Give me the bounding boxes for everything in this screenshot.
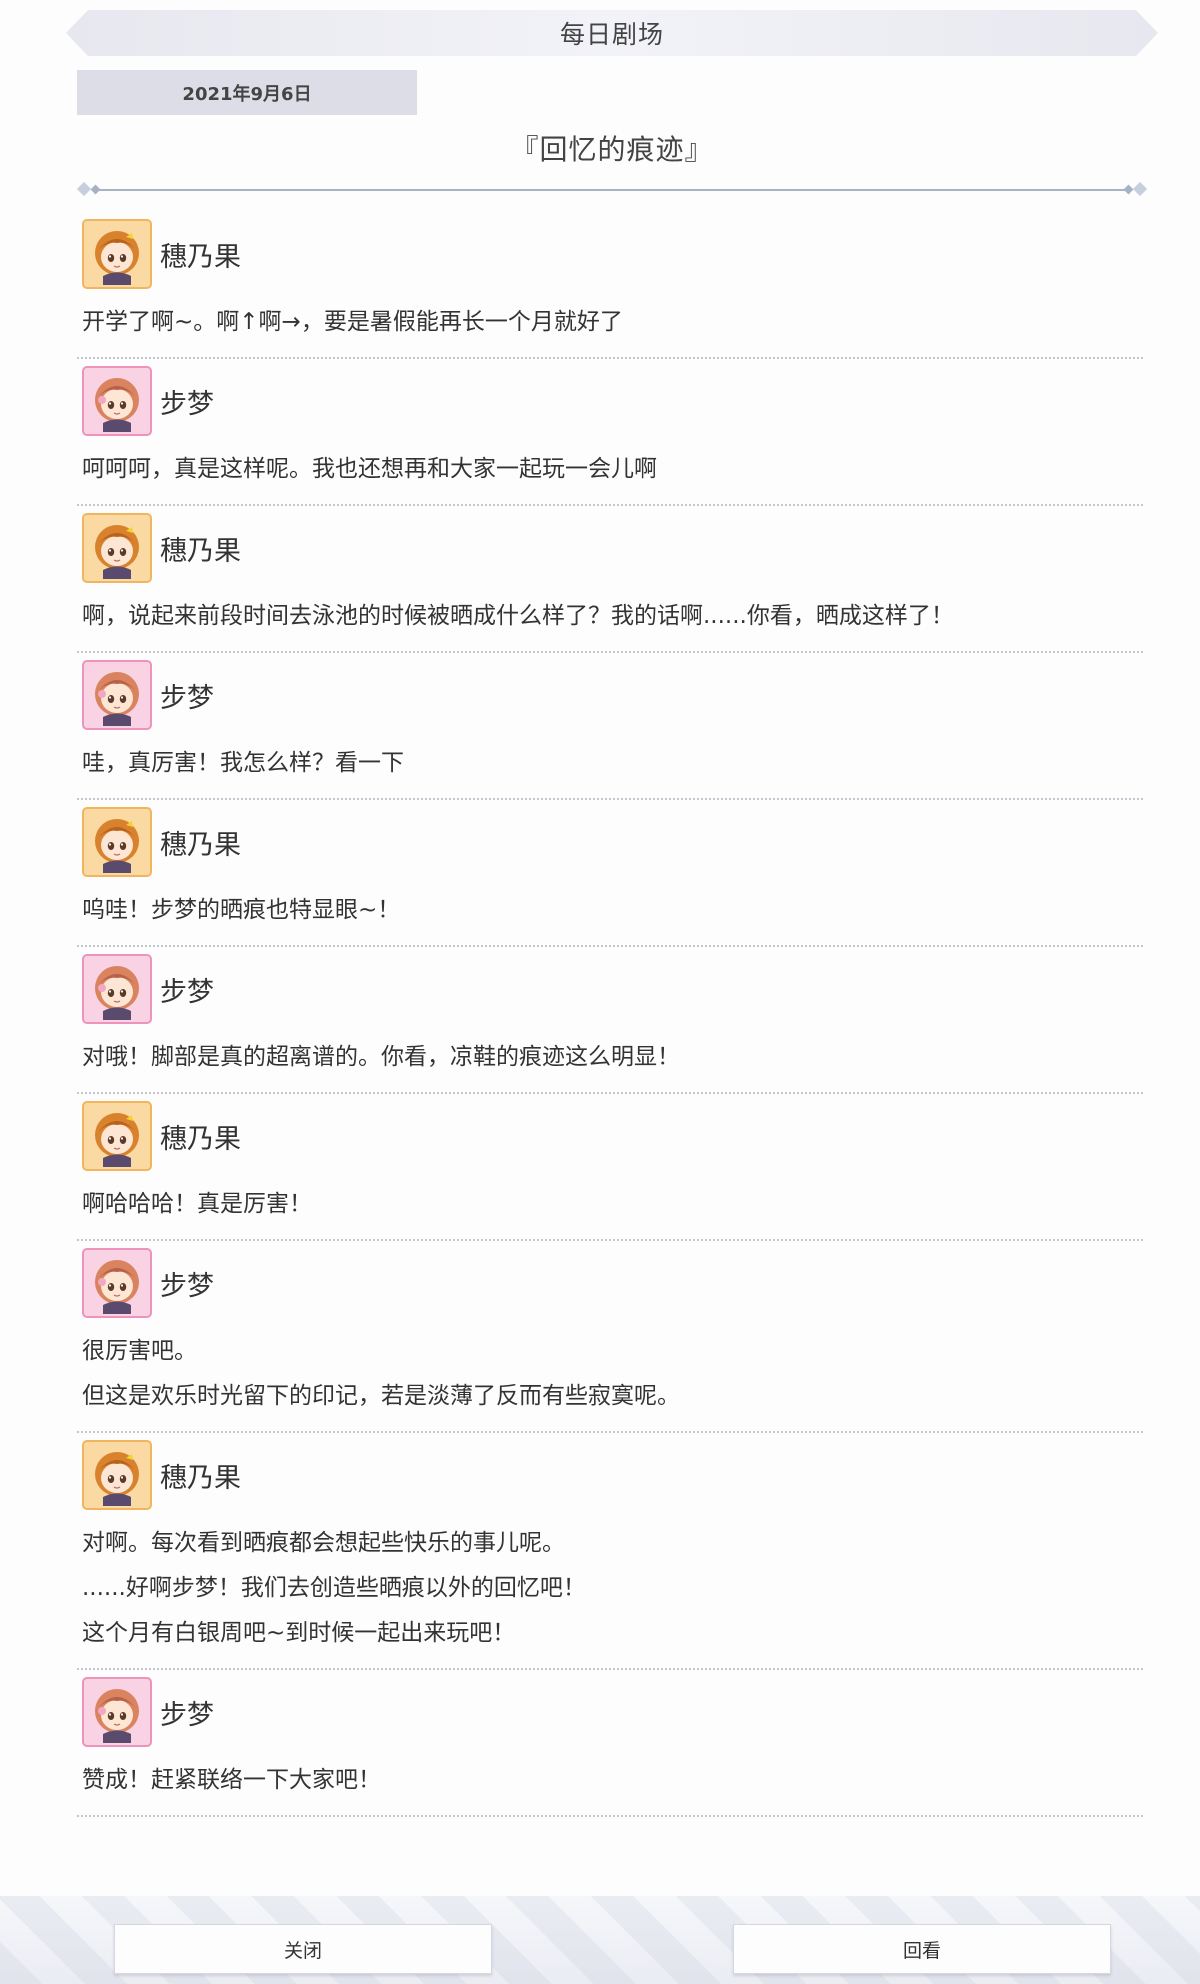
- review-button[interactable]: 回看: [733, 1924, 1111, 1974]
- date-badge: 2021年9月6日: [77, 70, 417, 115]
- dialogue-entry: 穗乃果开学了啊~。啊↑啊→，要是暑假能再长一个月就好了: [77, 212, 1143, 359]
- dialogue-text: 很厉害吧。但这是欢乐时光留下的印记，若是淡薄了反而有些寂寞呢。: [77, 1325, 1143, 1431]
- honoka-avatar-icon: [82, 1440, 152, 1510]
- story-title: 『回忆的痕迹』: [510, 133, 714, 166]
- honoka-avatar-icon: [82, 1101, 152, 1171]
- dialogue-line: 对哦！脚部是真的超离谱的。你看，凉鞋的痕迹这么明显！: [82, 1044, 680, 1070]
- speaker-row: 步梦: [77, 1670, 1143, 1754]
- ayumu-avatar-icon: [82, 1248, 152, 1318]
- dialogue-entry: 步梦哇，真厉害！我怎么样？看一下: [77, 653, 1143, 800]
- dialogue-text: 对啊。每次看到晒痕都会想起些快乐的事儿呢。 ......好啊步梦！我们去创造些晒痕…: [77, 1517, 1143, 1668]
- speaker-name: 步梦: [160, 1699, 214, 1731]
- dialogue-text: 哇，真厉害！我怎么样？看一下: [77, 737, 1143, 798]
- honoka-avatar-icon: [82, 807, 152, 877]
- close-button[interactable]: 关闭: [114, 1924, 492, 1974]
- dialogue-line: 赞成！赶紧联络一下大家吧！: [82, 1767, 381, 1793]
- dialogue-text: 啊哈哈哈！真是厉害！: [77, 1178, 1143, 1239]
- dialogue-text: 赞成！赶紧联络一下大家吧！: [77, 1754, 1143, 1815]
- ayumu-avatar-icon: [82, 660, 152, 730]
- honoka-avatar-icon: [82, 219, 152, 289]
- dialogue-line: 啊，说起来前段时间去泳池的时候被晒成什么样了？我的话啊......你看，晒成这样…: [82, 603, 954, 629]
- dialogue-line: 呜哇！步梦的晒痕也特显眼~！: [82, 897, 401, 923]
- ayumu-avatar-icon: [82, 366, 152, 436]
- dialogue-text: 呵呵呵，真是这样呢。我也还想再和大家一起玩一会儿啊: [77, 443, 1143, 504]
- speaker-name: 穗乃果: [160, 535, 241, 567]
- dialogue-entry: 穗乃果啊哈哈哈！真是厉害！: [77, 1094, 1143, 1241]
- speaker-row: 穗乃果: [77, 1094, 1143, 1178]
- header-title: 每日剧场: [559, 20, 664, 49]
- speaker-name: 步梦: [160, 1270, 214, 1302]
- dialogue-line: 呵呵呵，真是这样呢。我也还想再和大家一起玩一会儿啊: [82, 456, 657, 482]
- speaker-row: 穗乃果: [77, 1433, 1143, 1517]
- speaker-name: 步梦: [160, 976, 214, 1008]
- dialogue-line: 哇，真厉害！我怎么样？看一下: [82, 750, 404, 776]
- ayumu-avatar-icon: [82, 954, 152, 1024]
- dialogue-line: ......好啊步梦！我们去创造些晒痕以外的回忆吧！: [82, 1575, 586, 1601]
- speaker-name: 穗乃果: [160, 241, 241, 273]
- dialogue-entry: 穗乃果对啊。每次看到晒痕都会想起些快乐的事儿呢。 ......好啊步梦！我们去创造…: [77, 1433, 1143, 1670]
- dialogue-entry: 步梦呵呵呵，真是这样呢。我也还想再和大家一起玩一会儿啊: [77, 359, 1143, 506]
- dialogue-entry: 步梦赞成！赶紧联络一下大家吧！: [77, 1670, 1143, 1817]
- speaker-row: 穗乃果: [77, 506, 1143, 590]
- speaker-row: 步梦: [77, 947, 1143, 1031]
- speaker-row: 步梦: [77, 1241, 1143, 1325]
- speaker-name: 步梦: [160, 682, 214, 714]
- speaker-name: 步梦: [160, 388, 214, 420]
- header-banner: 每日剧场: [66, 10, 1158, 56]
- title-divider: [76, 180, 1148, 200]
- honoka-avatar-icon: [82, 513, 152, 583]
- speaker-name: 穗乃果: [160, 1462, 241, 1494]
- speaker-row: 步梦: [77, 653, 1143, 737]
- ayumu-avatar-icon: [82, 1677, 152, 1747]
- dialogue-text: 开学了啊~。啊↑啊→，要是暑假能再长一个月就好了: [77, 296, 1143, 357]
- dialogue-entry: 穗乃果呜哇！步梦的晒痕也特显眼~！: [77, 800, 1143, 947]
- dialogue-line: 这个月有白银周吧~到时候一起出来玩吧！: [82, 1620, 516, 1646]
- conversation-log[interactable]: 穗乃果 开学了啊~。啊↑啊→，要是暑假能再长一个月就好了 步梦 呵呵呵，真是这样呢。我…: [77, 212, 1143, 1817]
- dialogue-text: 对哦！脚部是真的超离谱的。你看，凉鞋的痕迹这么明显！: [77, 1031, 1143, 1092]
- speaker-name: 穗乃果: [160, 829, 241, 861]
- speaker-row: 穗乃果: [77, 212, 1143, 296]
- divider-line: [99, 189, 1125, 191]
- speaker-name: 穗乃果: [160, 1123, 241, 1155]
- dialogue-line: 开学了啊~。啊↑啊→，要是暑假能再长一个月就好了: [82, 309, 623, 335]
- divider-diamond-icon: [1132, 181, 1148, 197]
- dialogue-entry: 步梦很厉害吧。但这是欢乐时光留下的印记，若是淡薄了反而有些寂寞呢。: [77, 1241, 1143, 1433]
- story-date: 2021年9月6日: [182, 83, 312, 105]
- dialogue-line: 很厉害吧。: [82, 1338, 197, 1364]
- dialogue-text: 呜哇！步梦的晒痕也特显眼~！: [77, 884, 1143, 945]
- dialogue-line: 但这是欢乐时光留下的印记，若是淡薄了反而有些寂寞呢。: [82, 1383, 680, 1409]
- dialogue-entry: 穗乃果啊，说起来前段时间去泳池的时候被晒成什么样了？我的话啊......你看，晒…: [77, 506, 1143, 653]
- dialogue-text: 啊，说起来前段时间去泳池的时候被晒成什么样了？我的话啊......你看，晒成这样…: [77, 590, 1143, 651]
- dialogue-line: 啊哈哈哈！真是厉害！: [82, 1191, 312, 1217]
- divider-diamond-icon: [76, 181, 92, 197]
- speaker-row: 穗乃果: [77, 800, 1143, 884]
- speaker-row: 步梦: [77, 359, 1143, 443]
- dialogue-line: 对啊。每次看到晒痕都会想起些快乐的事儿呢。: [82, 1530, 565, 1556]
- dialogue-entry: 步梦对哦！脚部是真的超离谱的。你看，凉鞋的痕迹这么明显！: [77, 947, 1143, 1094]
- divider-diamond-icon: [1123, 184, 1134, 195]
